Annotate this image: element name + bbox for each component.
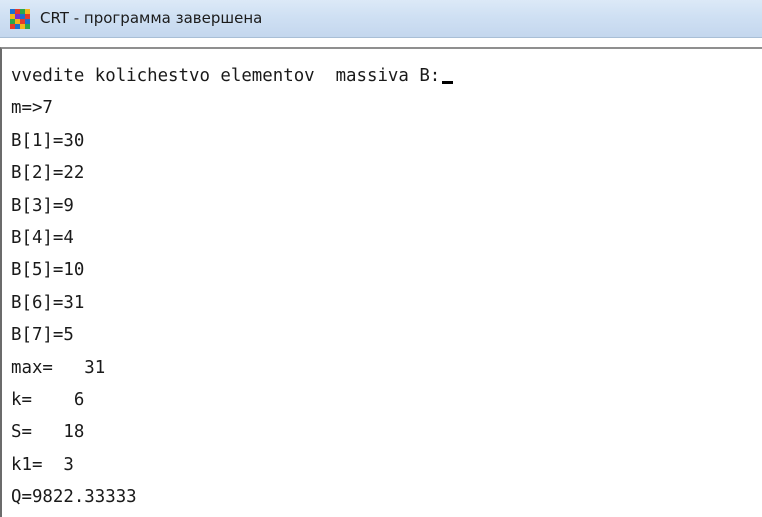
console-line: B[7]=5 bbox=[11, 325, 74, 346]
console-line: B[6]=31 bbox=[11, 292, 85, 313]
title-bar[interactable]: CRT - программа завершена bbox=[0, 0, 762, 38]
console-prompt-line: vvedite kolichestvo elementov massiva B: bbox=[11, 60, 454, 92]
crt-app-icon-graphic bbox=[10, 9, 30, 29]
console-line: Q=9822.33333 bbox=[11, 487, 137, 508]
console-line: B[2]=22 bbox=[11, 163, 85, 184]
console-line: B[3]=9 bbox=[11, 195, 74, 216]
prompt-text: vvedite kolichestvo elementov massiva B: bbox=[11, 66, 441, 86]
console-line: k= 6 bbox=[11, 389, 85, 410]
console-line: B[1]=30 bbox=[11, 130, 85, 151]
console-line: m=>7 bbox=[11, 98, 53, 119]
console-line: k1= 3 bbox=[11, 454, 74, 475]
crt-window: CRT - программа завершена vvedite kolich… bbox=[0, 0, 762, 517]
console-line: S= 18 bbox=[11, 422, 85, 443]
window-title: CRT - программа завершена bbox=[40, 9, 263, 27]
text-cursor bbox=[442, 81, 454, 84]
crt-app-icon[interactable] bbox=[10, 9, 30, 29]
console-output: vvedite kolichestvo elementov massiva B:… bbox=[11, 60, 454, 513]
console-line: B[5]=10 bbox=[11, 260, 85, 281]
console-line: B[4]=4 bbox=[11, 227, 74, 248]
console-area[interactable]: vvedite kolichestvo elementov massiva B:… bbox=[0, 47, 762, 517]
console-line: max= 31 bbox=[11, 357, 106, 378]
